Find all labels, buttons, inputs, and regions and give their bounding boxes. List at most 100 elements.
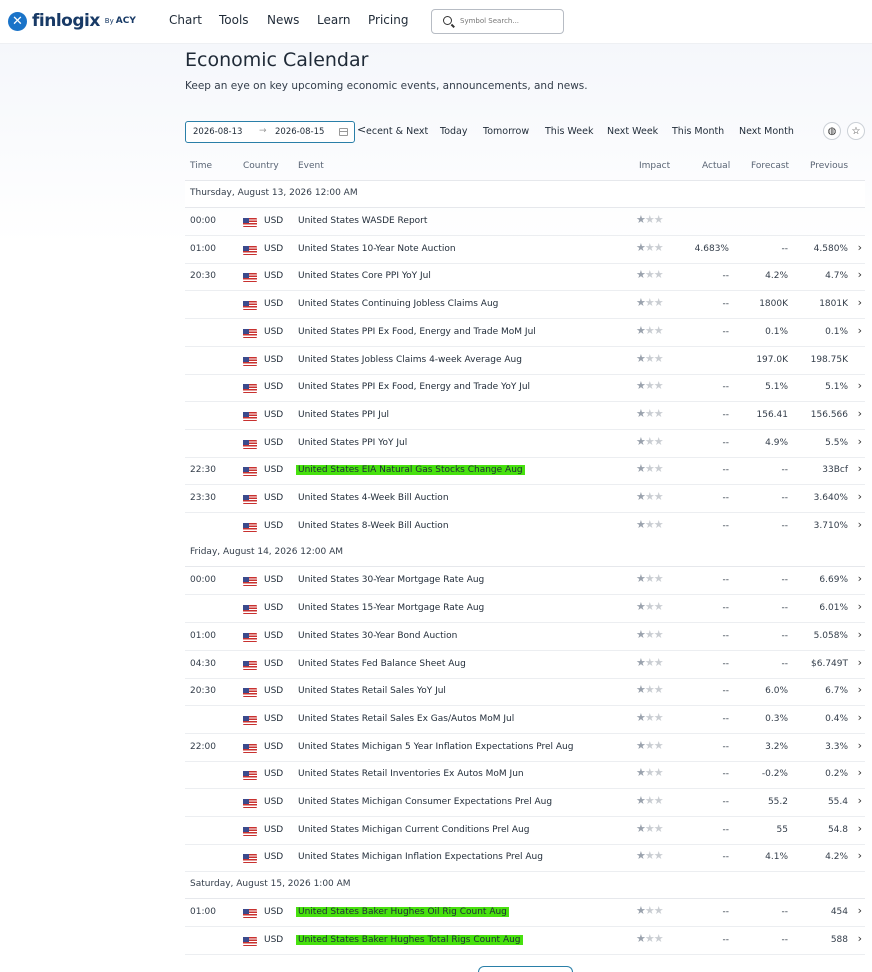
event-row[interactable]: USD United States PPI Jul ★★★ -- 156.41 156.5…	[185, 402, 865, 430]
impact-rating: ★★★	[636, 324, 664, 337]
filter-next-month[interactable]: Next Month	[739, 126, 794, 137]
event-row[interactable]: USD United States Continuing Jobless Clai…	[185, 291, 865, 320]
event-row[interactable]: 22:00 USD United States Michigan 5 Year In…	[185, 734, 865, 762]
finlogix-logo[interactable]: ✕ finlogix By ACY	[8, 11, 136, 31]
event-name[interactable]: United States PPI YoY Jul	[298, 438, 407, 448]
chevron-right-icon[interactable]: ›	[858, 600, 862, 613]
event-time: 22:00	[190, 741, 216, 752]
filter-next-week[interactable]: Next Week	[607, 126, 658, 137]
chevron-right-icon[interactable]: ›	[858, 407, 862, 420]
event-name[interactable]: United States PPI Jul	[298, 410, 389, 420]
event-name[interactable]: United States Core PPI YoY Jul	[298, 271, 431, 281]
scroll-left-button[interactable]: <	[357, 123, 366, 136]
nav-news[interactable]: News	[267, 13, 299, 27]
event-row[interactable]: USD United States Michigan Consumer Expec…	[185, 789, 865, 817]
date-range-picker[interactable]: 2026-08-13 → 2026-08-15	[185, 121, 355, 143]
chevron-right-icon[interactable]: ›	[858, 296, 862, 309]
event-row[interactable]: 01:00 USD United States Baker Hughes Oil R…	[185, 899, 865, 928]
event-row[interactable]: USD United States PPI Ex Food, Energy and…	[185, 319, 865, 347]
chevron-right-icon[interactable]: ›	[858, 435, 862, 448]
chevron-right-icon[interactable]: ›	[858, 656, 862, 669]
load-more-button[interactable]	[478, 966, 573, 972]
event-name[interactable]: United States Baker Hughes Total Rigs Co…	[296, 934, 523, 945]
chevron-right-icon[interactable]: ›	[858, 490, 862, 503]
event-row[interactable]: 20:30 USD United States Core PPI YoY Jul ★★…	[185, 263, 865, 292]
event-row[interactable]: 22:30 USD United States EIA Natural Gas St…	[185, 457, 865, 486]
chevron-right-icon[interactable]: ›	[858, 462, 862, 475]
event-row[interactable]: USD United States Retail Sales Ex Gas/Aut…	[185, 706, 865, 734]
event-forecast: --	[781, 630, 789, 641]
event-name[interactable]: United States PPI Ex Food, Energy and Tr…	[298, 382, 530, 392]
chevron-right-icon[interactable]: ›	[858, 739, 862, 752]
event-row[interactable]: USD United States PPI Ex Food, Energy and…	[185, 374, 865, 403]
nav-chart[interactable]: Chart	[169, 13, 202, 27]
event-row[interactable]: USD United States Michigan Current Condit…	[185, 817, 865, 845]
event-row[interactable]: 00:00 USD United States 30-Year Mortgage R…	[185, 567, 865, 596]
event-row[interactable]: 04:30 USD United States Fed Balance Sheet …	[185, 651, 865, 679]
chevron-right-icon[interactable]: ›	[858, 849, 862, 862]
event-row[interactable]: USD United States Retail Inventories Ex A…	[185, 761, 865, 790]
event-name[interactable]: United States 30-Year Mortgage Rate Aug	[298, 575, 484, 585]
nav-tools[interactable]: Tools	[219, 13, 249, 27]
chevron-right-icon[interactable]: ›	[858, 324, 862, 337]
event-name[interactable]: United States 4-Week Bill Auction	[298, 493, 449, 503]
event-name[interactable]: United States EIA Natural Gas Stocks Cha…	[296, 465, 525, 476]
event-row[interactable]: 01:00 USD United States 30-Year Bond Aucti…	[185, 623, 865, 651]
chevron-right-icon[interactable]: ›	[858, 932, 862, 945]
event-row[interactable]: 20:30 USD United States Retail Sales YoY J…	[185, 678, 865, 707]
event-name[interactable]: United States 10-Year Note Auction	[298, 244, 456, 254]
chevron-right-icon[interactable]: ›	[858, 518, 862, 531]
event-row[interactable]: USD United States Baker Hughes Total Rigs…	[185, 927, 865, 955]
event-row[interactable]: USD United States Michigan Inflation Expe…	[185, 844, 865, 873]
symbol-search[interactable]: Symbol Search...	[431, 9, 564, 34]
event-name[interactable]: United States Continuing Jobless Claims …	[298, 299, 498, 309]
chevron-right-icon[interactable]: ›	[858, 572, 862, 585]
nav-pricing[interactable]: Pricing	[368, 13, 408, 27]
event-row[interactable]: 00:00 USD United States WASDE Report ★★★	[185, 208, 865, 236]
event-row[interactable]: USD United States 15-Year Mortgage Rate A…	[185, 595, 865, 624]
chevron-right-icon[interactable]: ›	[858, 379, 862, 392]
calendar-icon[interactable]	[339, 128, 348, 136]
chevron-right-icon[interactable]: ›	[858, 268, 862, 281]
event-row[interactable]: 01:00 USD United States 10-Year Note Aucti…	[185, 236, 865, 264]
filter-tomorrow[interactable]: Tomorrow	[483, 126, 529, 137]
event-row[interactable]: USD United States PPI YoY Jul ★★★ -- 4.9% 5.5…	[185, 430, 865, 458]
event-name[interactable]: United States Michigan Consumer Expectat…	[298, 797, 552, 807]
event-name[interactable]: United States PPI Ex Food, Energy and Tr…	[298, 327, 536, 337]
filter-today[interactable]: Today	[440, 126, 467, 137]
impact-rating: ★★★	[636, 600, 664, 613]
event-name[interactable]: United States Retail Sales Ex Gas/Autos …	[298, 714, 514, 724]
chevron-right-icon[interactable]: ›	[858, 711, 862, 724]
event-name[interactable]: United States Baker Hughes Oil Rig Count…	[296, 907, 509, 918]
nav-learn[interactable]: Learn	[317, 13, 351, 27]
date-to[interactable]: 2026-08-15	[275, 127, 324, 137]
event-name[interactable]: United States 30-Year Bond Auction	[298, 631, 457, 641]
chevron-right-icon[interactable]: ›	[858, 904, 862, 917]
event-name[interactable]: United States Retail Sales YoY Jul	[298, 686, 446, 696]
event-name[interactable]: United States Retail Inventories Ex Auto…	[298, 769, 524, 779]
globe-icon[interactable]: ◍	[823, 122, 841, 140]
event-name[interactable]: United States Michigan Inflation Expecta…	[298, 852, 543, 862]
star-icon[interactable]: ☆	[847, 122, 865, 140]
event-name[interactable]: United States Michigan Current Condition…	[298, 825, 529, 835]
chevron-right-icon[interactable]: ›	[858, 766, 862, 779]
event-name[interactable]: United States WASDE Report	[298, 216, 427, 226]
event-name[interactable]: United States 8-Week Bill Auction	[298, 521, 449, 531]
chevron-right-icon[interactable]: ›	[858, 822, 862, 835]
filter-recent-next[interactable]: ecent & Next	[366, 126, 428, 137]
event-name[interactable]: United States Jobless Claims 4-week Aver…	[298, 355, 522, 365]
filter-this-week[interactable]: This Week	[545, 126, 593, 137]
search-input-placeholder[interactable]: Symbol Search...	[460, 17, 519, 25]
chevron-right-icon[interactable]: ›	[858, 794, 862, 807]
event-row[interactable]: 23:30 USD United States 4-Week Bill Auctio…	[185, 485, 865, 513]
event-row[interactable]: USD United States 8-Week Bill Auction ★★★ -…	[185, 513, 865, 541]
event-name[interactable]: United States Michigan 5 Year Inflation …	[298, 742, 573, 752]
chevron-right-icon[interactable]: ›	[858, 241, 862, 254]
event-name[interactable]: United States Fed Balance Sheet Aug	[298, 659, 466, 669]
chevron-right-icon[interactable]: ›	[858, 683, 862, 696]
chevron-right-icon[interactable]: ›	[858, 628, 862, 641]
filter-this-month[interactable]: This Month	[672, 126, 724, 137]
event-name[interactable]: United States 15-Year Mortgage Rate Aug	[298, 603, 484, 613]
event-row[interactable]: USD United States Jobless Claims 4-week A…	[185, 347, 865, 375]
date-from[interactable]: 2026-08-13	[193, 127, 242, 137]
